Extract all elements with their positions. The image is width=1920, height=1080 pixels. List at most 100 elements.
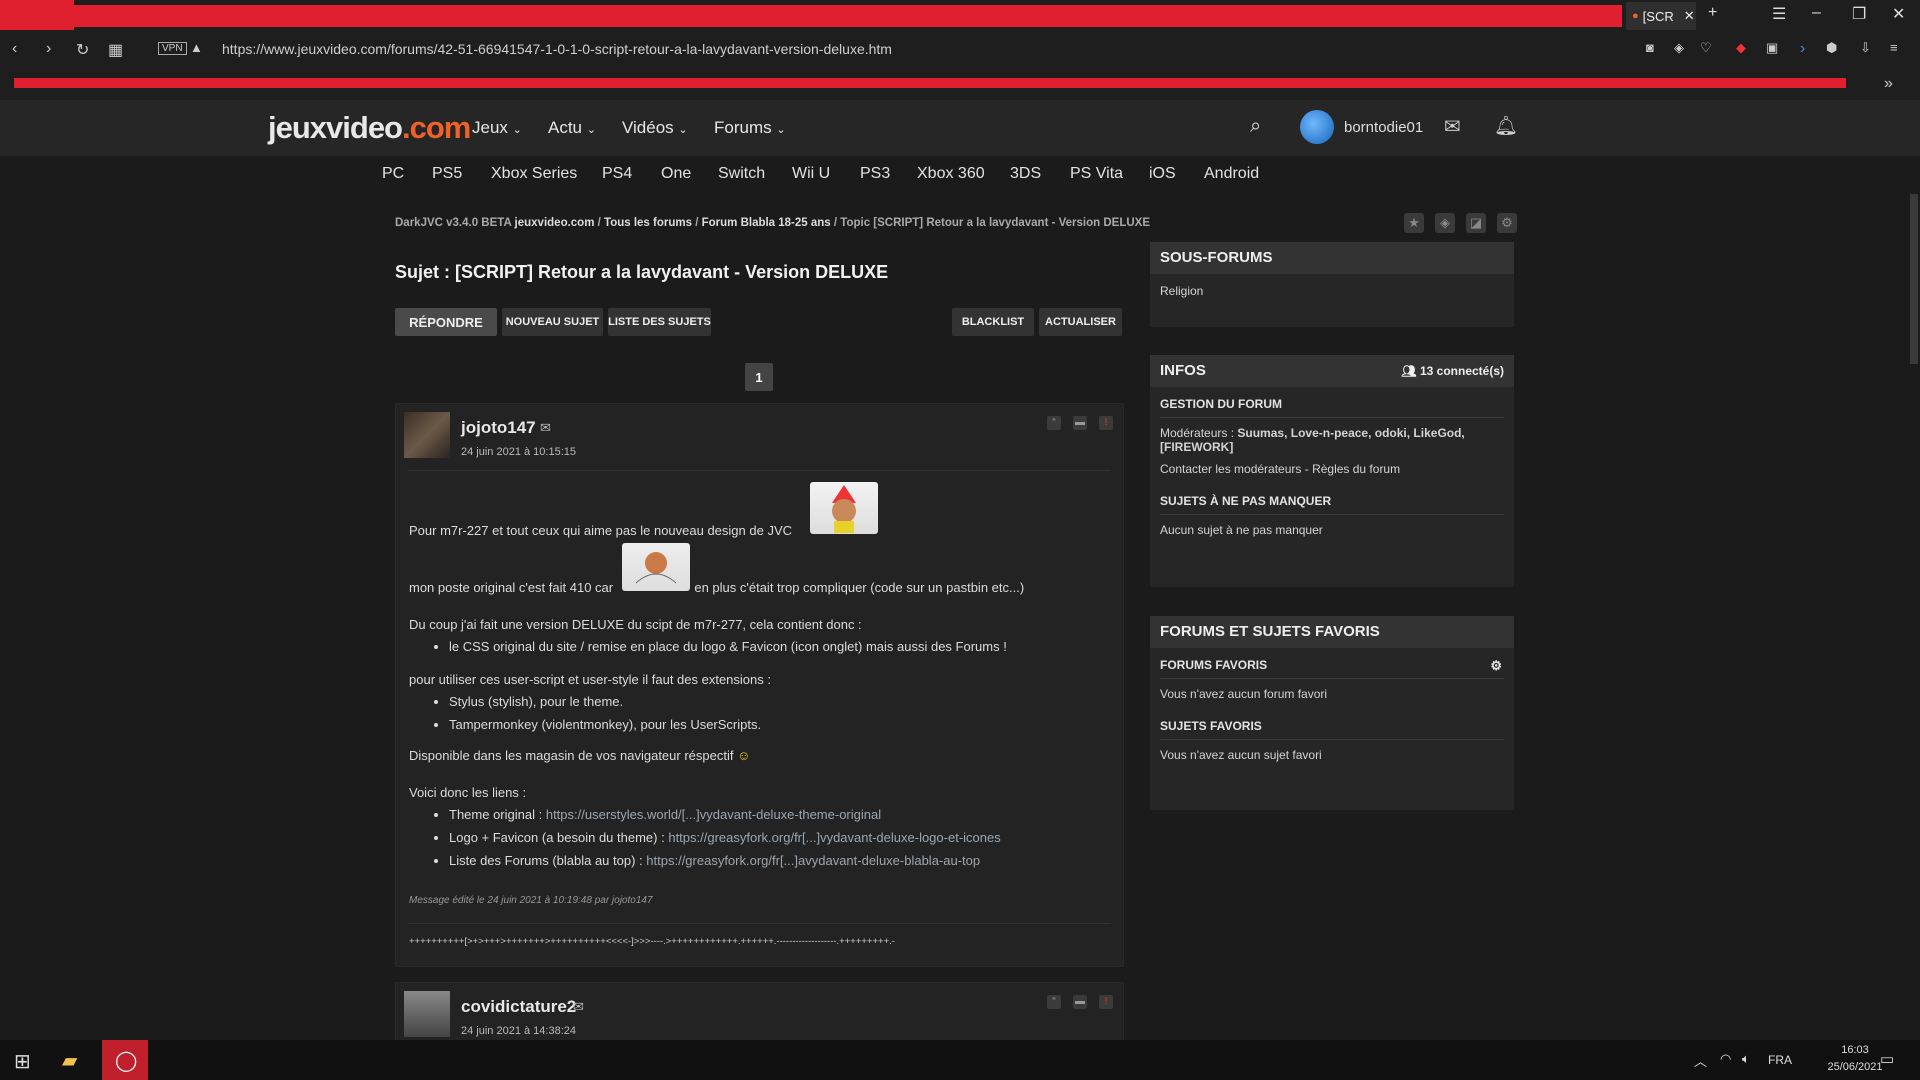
ublock-icon[interactable]: ◆ (1736, 40, 1746, 56)
platform-ps5[interactable]: PS5 (432, 165, 462, 183)
browser-tab-active[interactable]: ● [SCR ✕ (1626, 2, 1696, 30)
post-date[interactable]: 24 juin 2021 à 10:15:15 (461, 446, 576, 458)
wallet-icon[interactable]: ⬢ (1826, 40, 1837, 56)
scrollbar-thumb[interactable] (1910, 194, 1918, 364)
post-line: Voici donc les liens : (409, 785, 527, 800)
post-link[interactable]: https://greasyfork.org/fr[...]avydavant-… (646, 853, 980, 868)
topic-list-button[interactable]: LISTE DES SUJETS (608, 308, 711, 336)
taskbar: ⊞ ▰ ◯ ︿ ◠ 🔈︎ FRA 16:03 25/06/2021 ▭ (0, 1040, 1920, 1080)
breadcrumb-all-forums[interactable]: Tous les forums (604, 217, 692, 229)
heart-icon[interactable]: ♡ (1700, 40, 1712, 56)
username: borntodie01 (1344, 118, 1424, 136)
warning-icon[interactable]: ▲ (190, 40, 203, 55)
opera-icon: ◯ (115, 1050, 138, 1072)
contact-line[interactable]: Contacter les modérateurs - Règles du fo… (1160, 462, 1504, 476)
post-link[interactable]: https://greasyfork.org/fr[...]vydavant-d… (668, 830, 1000, 845)
close-window-icon[interactable]: ✕ (1892, 4, 1905, 24)
shield-icon[interactable]: ◈ (1435, 213, 1455, 233)
platform-android[interactable]: Android (1204, 165, 1259, 183)
notifications-icon[interactable]: ▭ (1880, 1050, 1894, 1068)
platform-ios[interactable]: iOS (1149, 165, 1176, 183)
toggle-icon[interactable]: ◪ (1466, 213, 1486, 233)
download-icon[interactable]: ⇩ (1860, 40, 1871, 56)
opera-taskbar-button[interactable]: ◯ (102, 1040, 148, 1080)
nav-forums[interactable]: Forums ⌄ (714, 118, 786, 138)
tab-menu-icon[interactable]: ☰ (1772, 4, 1786, 24)
quote-icon[interactable]: “ (1047, 416, 1061, 430)
chevron-up-icon[interactable]: ︿ (1694, 1051, 1707, 1070)
reply-button[interactable]: RÉPONDRE (395, 308, 497, 336)
post-author[interactable]: jojoto147 (461, 418, 536, 438)
mail-icon[interactable]: ✉ (540, 420, 551, 436)
new-topic-button[interactable]: NOUVEAU SUJET (502, 308, 603, 336)
wifi-icon[interactable]: ◠ (1720, 1051, 1731, 1067)
platform-xbox-series[interactable]: Xbox Series (491, 165, 577, 183)
section-title-text: FORUMS FAVORIS (1160, 658, 1268, 672)
file-explorer-icon[interactable]: ▰ (62, 1048, 77, 1073)
sous-forums-card: SOUS-FORUMS Religion (1150, 242, 1514, 327)
mp-icon[interactable]: ▬ (1073, 995, 1087, 1009)
nav-actu[interactable]: Actu ⌄ (548, 118, 596, 138)
list-item: Theme original : https://userstyles.worl… (449, 807, 1001, 822)
tab-strip-red (0, 0, 74, 30)
search-icon[interactable]: ⌕ (1250, 115, 1261, 138)
tab-close-icon[interactable]: ✕ (1684, 8, 1695, 24)
scrollbar[interactable] (1908, 194, 1920, 1040)
nav-videos[interactable]: Vidéos ⌄ (622, 118, 688, 138)
easy-setup-icon[interactable]: ≡ (1890, 40, 1898, 55)
camera-icon[interactable]: ◙ (1646, 40, 1654, 55)
platform-wiiu[interactable]: Wii U (792, 165, 830, 183)
blacklist-button[interactable]: BLACKLIST (952, 308, 1034, 336)
gear-icon[interactable]: ⚙ (1497, 213, 1517, 233)
pagination-page[interactable]: 1 (745, 363, 773, 391)
platform-3ds[interactable]: 3DS (1010, 165, 1041, 183)
language-indicator[interactable]: FRA (1768, 1053, 1792, 1067)
platform-pc[interactable]: PC (382, 165, 404, 183)
platform-ps4[interactable]: PS4 (602, 165, 632, 183)
connected-count[interactable]: 👥︎ 13 connecté(s) (1401, 355, 1504, 387)
breadcrumb-topic: Topic [SCRIPT] Retour a la lavydavant - … (840, 217, 1151, 229)
refresh-button[interactable]: ACTUALISER (1039, 308, 1122, 336)
platform-one[interactable]: One (661, 165, 691, 183)
vpn-badge[interactable]: VPN (158, 42, 187, 55)
new-tab-icon[interactable]: + (1708, 4, 1717, 22)
sous-forum-link[interactable]: Religion (1160, 284, 1504, 298)
avatar[interactable] (404, 412, 450, 458)
nav-jeux[interactable]: Jeux ⌄ (472, 118, 522, 138)
flow-icon[interactable]: › (1800, 40, 1805, 58)
post-date[interactable]: 24 juin 2021 à 14:38:24 (461, 1025, 576, 1037)
more-bookmarks-icon[interactable]: » (1884, 75, 1893, 93)
platform-psvita[interactable]: PS Vita (1070, 165, 1123, 183)
volume-icon[interactable]: 🔈︎ (1742, 1051, 1750, 1067)
mail-icon[interactable]: ✉ (1444, 114, 1461, 139)
back-icon[interactable]: ‹ (12, 40, 17, 58)
speed-dial-icon[interactable]: ▦ (108, 40, 123, 60)
breadcrumb-site[interactable]: jeuxvideo.com (515, 217, 595, 229)
shield-icon[interactable]: ◈ (1674, 40, 1684, 56)
alert-icon[interactable]: ! (1099, 416, 1113, 430)
star-icon[interactable]: ★ (1404, 213, 1424, 233)
user-menu[interactable]: borntodie01 (1300, 110, 1423, 144)
post-author[interactable]: covidictature2 (461, 997, 576, 1017)
quote-icon[interactable]: “ (1047, 995, 1061, 1009)
minimize-icon[interactable]: – (1812, 4, 1821, 22)
windows-start-icon[interactable]: ⊞ (14, 1049, 31, 1074)
breadcrumb-forum[interactable]: Forum Blabla 18-25 ans (702, 217, 831, 229)
extension-icon[interactable]: ▣ (1766, 40, 1778, 56)
platform-ps3[interactable]: PS3 (860, 165, 890, 183)
platform-switch[interactable]: Switch (718, 165, 765, 183)
site-logo[interactable]: jeuxvideo.com (268, 110, 471, 146)
forward-icon[interactable]: › (46, 40, 51, 58)
moderators-label: Modérateurs : (1160, 426, 1235, 440)
platform-xbox360[interactable]: Xbox 360 (917, 165, 985, 183)
url-field[interactable]: https://www.jeuxvideo.com/forums/42-51-6… (222, 41, 892, 57)
gear-icon[interactable]: ⚙ (1490, 658, 1502, 674)
mail-icon[interactable]: ✉ (573, 999, 584, 1015)
avatar[interactable] (404, 991, 450, 1037)
mp-icon[interactable]: ▬ (1073, 416, 1087, 430)
post-link[interactable]: https://userstyles.world/[...]vydavant-d… (546, 807, 881, 822)
restore-icon[interactable]: ❐ (1852, 4, 1866, 24)
reload-icon[interactable]: ↻ (76, 40, 89, 60)
alert-icon[interactable]: ! (1099, 995, 1113, 1009)
notification-icon[interactable]: 🔔︎ (1494, 114, 1518, 138)
